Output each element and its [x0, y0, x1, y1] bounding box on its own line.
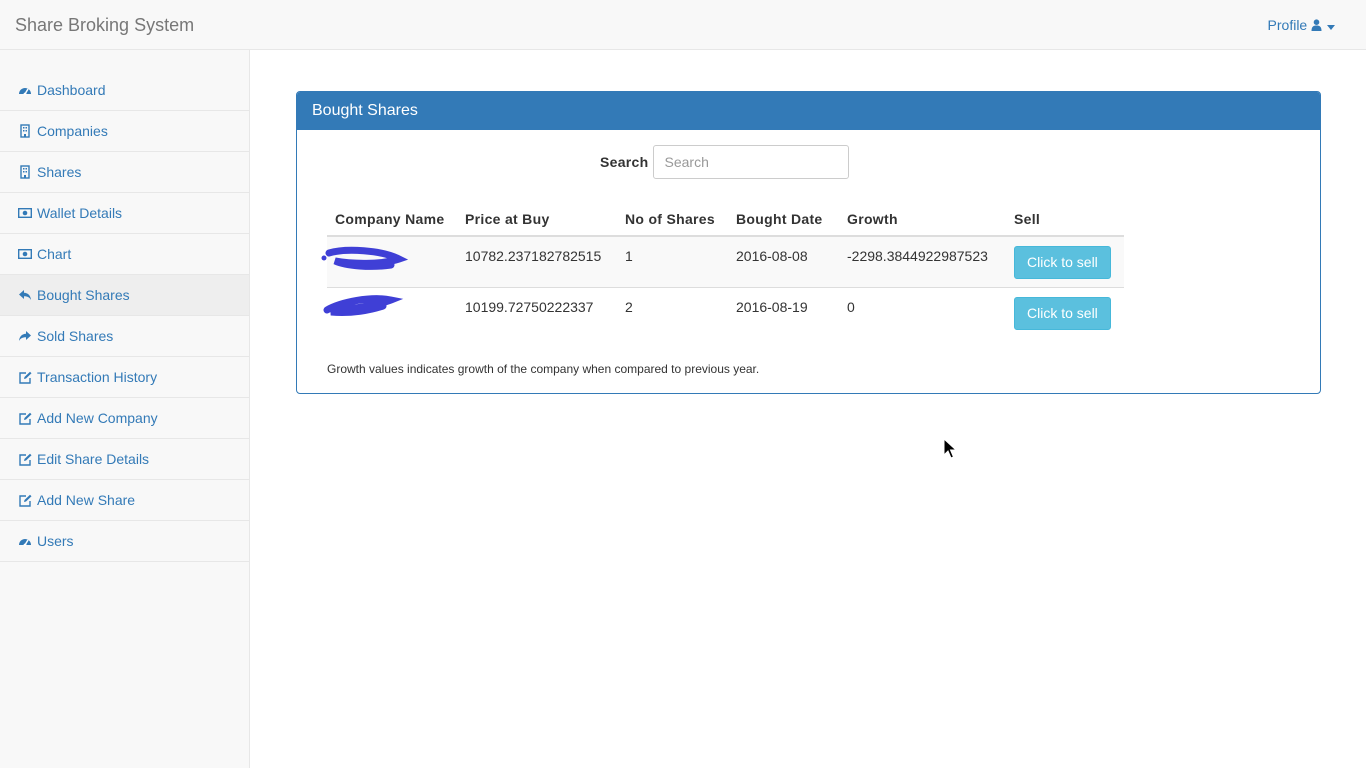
company-name-cell — [321, 235, 457, 287]
sidebar-item-wallet-details[interactable]: Wallet Details — [0, 193, 249, 234]
sidebar-item-label: Add New Share — [37, 492, 136, 508]
edit-icon — [17, 411, 33, 425]
sidebar-item-label: Bought Shares — [37, 287, 130, 303]
sidebar: Dashboard Companies Shares Wallet Detail… — [0, 50, 250, 768]
edit-icon — [17, 452, 33, 466]
profile-dropdown[interactable]: Profile — [1268, 17, 1336, 33]
date-cell: 2016-08-08 — [736, 248, 808, 264]
building-icon — [17, 165, 33, 179]
dashboard-icon — [17, 534, 33, 548]
sidebar-item-bought-shares[interactable]: Bought Shares — [0, 275, 249, 316]
column-header[interactable]: Sell — [1006, 202, 1124, 237]
sell-button[interactable]: Click to sell — [1014, 246, 1111, 279]
table-header-row: Company Name Price at Buy No of Shares B… — [327, 202, 1124, 237]
date-cell: 2016-08-19 — [736, 298, 808, 315]
sidebar-item-dashboard[interactable]: Dashboard — [0, 70, 249, 111]
panel-title: Bought Shares — [297, 92, 1320, 130]
sidebar-item-label: Shares — [37, 164, 82, 180]
column-header[interactable]: No of Shares — [617, 202, 728, 237]
sidebar-item-label: Wallet Details — [37, 205, 123, 221]
shares-cell: 2 — [625, 298, 633, 315]
table-row: 10199.72750222337 2 2016-08-19 0 Click t… — [323, 286, 1124, 338]
column-header[interactable]: Bought Date — [728, 202, 839, 237]
sidebar-item-label: Chart — [37, 246, 72, 262]
app-title[interactable]: Share Broking System — [15, 15, 194, 35]
sell-button[interactable]: Click to sell — [1014, 296, 1111, 330]
bought-shares-panel: Bought Shares Search Company Name Price … — [296, 91, 1321, 394]
building-icon — [17, 124, 33, 138]
money-icon — [17, 206, 33, 220]
sidebar-item-users[interactable]: Users — [0, 521, 249, 562]
sidebar-item-add-new-share[interactable]: Add New Share — [0, 480, 249, 521]
sidebar-item-label: Companies — [37, 123, 108, 139]
sidebar-item-chart[interactable]: Chart — [0, 234, 249, 275]
share-icon — [17, 329, 33, 343]
top-navbar: Share Broking System Profile — [0, 0, 1366, 50]
user-icon — [1311, 17, 1326, 33]
sidebar-item-shares[interactable]: Shares — [0, 152, 249, 193]
profile-label: Profile — [1267, 17, 1308, 33]
redacted-company-name — [323, 288, 449, 328]
column-header[interactable]: Growth — [839, 202, 1006, 237]
growth-note: Growth values indicates growth of the co… — [327, 362, 760, 376]
search-row: Search — [600, 145, 849, 179]
sidebar-item-sold-shares[interactable]: Sold Shares — [0, 316, 249, 357]
sidebar-item-edit-share-details[interactable]: Edit Share Details — [0, 439, 249, 480]
edit-icon — [17, 493, 33, 507]
bought-shares-table: Company Name Price at Buy No of Shares B… — [321, 202, 1124, 338]
caret-down-icon — [1326, 17, 1336, 33]
column-header[interactable]: Company Name — [327, 202, 457, 237]
shares-cell: 1 — [625, 248, 633, 264]
sidebar-item-label: Edit Share Details — [37, 451, 150, 467]
sidebar-item-label: Transaction History — [37, 369, 158, 385]
company-name-cell — [323, 286, 457, 338]
column-header[interactable]: Price at Buy — [457, 202, 617, 237]
growth-cell: 0 — [847, 298, 855, 315]
money-icon — [17, 247, 33, 261]
sidebar-item-label: Add New Company — [37, 410, 158, 426]
edit-icon — [17, 370, 33, 384]
sidebar-item-add-new-company[interactable]: Add New Company — [0, 398, 249, 439]
search-input[interactable] — [652, 145, 849, 179]
dashboard-icon — [17, 83, 33, 97]
redacted-company-name — [321, 237, 449, 277]
mouse-cursor-icon — [943, 437, 958, 463]
sidebar-item-transaction-history[interactable]: Transaction History — [0, 357, 249, 398]
search-label: Search — [600, 154, 649, 170]
table-row: 10782.237182782515 1 2016-08-08 -2298.38… — [321, 235, 1124, 287]
sidebar-item-label: Dashboard — [37, 82, 106, 98]
sidebar-item-companies[interactable]: Companies — [0, 111, 249, 152]
price-cell: 10782.237182782515 — [465, 248, 602, 264]
price-cell: 10199.72750222337 — [465, 298, 594, 315]
reply-icon — [17, 288, 33, 302]
growth-cell: -2298.3844922987523 — [847, 248, 988, 264]
sidebar-item-label: Sold Shares — [37, 328, 114, 344]
sidebar-item-label: Users — [37, 533, 74, 549]
